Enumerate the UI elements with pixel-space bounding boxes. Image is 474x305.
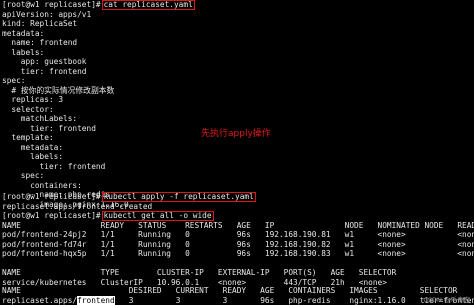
terminal-line: [root@w1 replicaset]# cat replicaset.yaml: [2, 0, 195, 10]
replicasets-table-header: NAME DESIRED CURRENT READY AGE CONTAINER…: [2, 286, 458, 295]
shell-prompt: [root@w1 replicaset]#: [2, 0, 101, 9]
yaml-line: labels:: [2, 47, 45, 57]
shell-prompt: [root@w1 replicaset]#: [2, 192, 101, 201]
yaml-line: apiVersion: apps/v1: [2, 9, 92, 19]
shell-prompt: [root@w1 replicaset]#: [2, 211, 101, 220]
yaml-line: tier: frontend: [2, 161, 106, 171]
yaml-line: metadata:: [2, 28, 45, 38]
yaml-line: app: guestbook: [2, 57, 87, 66]
command-kubectl-apply: kubectl apply -f replicaset.yaml: [101, 192, 256, 202]
terminal-line: [root@w1 replicaset]# kubectl get all -o …: [2, 211, 214, 221]
yaml-line: tier: frontend: [2, 66, 87, 76]
yaml-comment-line: # 按你的实际情况修改副本数: [2, 85, 115, 95]
annotation-note: 先执行apply操作: [201, 129, 271, 139]
table-row: pod/frontend-24pj2 1/1 Running 0 96s 192…: [2, 230, 474, 239]
yaml-line: labels:: [2, 152, 64, 161]
yaml-line: name: frontend: [2, 38, 78, 47]
yaml-line: tier: frontend: [2, 123, 96, 133]
yaml-line: spec:: [2, 171, 45, 180]
pods-table-header: NAME READY STATUS RESTARTS AGE IP NODE N…: [2, 220, 474, 230]
yaml-line: spec:: [2, 76, 26, 85]
command-cat-replicaset: cat replicaset.yaml: [101, 0, 195, 10]
resource-prefix: replicaset.apps/: [2, 295, 78, 305]
table-row: pod/frontend-fd74r 1/1 Running 0 96s 192…: [2, 239, 474, 249]
yaml-line: kind: ReplicaSet: [2, 19, 78, 28]
table-row: pod/frontend-hqx5p 1/1 Running 0 96s 192…: [2, 249, 474, 258]
yaml-line: replicas: 3: [2, 95, 64, 104]
yaml-line: template:: [2, 133, 54, 142]
services-table-header: NAME TYPE CLUSTER-IP EXTERNAL-IP PORT(S)…: [2, 268, 397, 277]
command-kubectl-get-all: kubectl get all -o wide: [101, 211, 214, 221]
yaml-line: metadata:: [2, 142, 64, 152]
yaml-line: selector:: [2, 104, 54, 114]
yaml-line: matchLabels:: [2, 114, 78, 123]
terminal-window[interactable]: [root@w1 replicaset]# cat replicaset.yaml…: [0, 0, 474, 305]
csdn-watermark: CSDN @毛奇志: [423, 296, 470, 304]
yaml-line: containers:: [2, 180, 82, 190]
output-line: replicaset.apps/frontend created: [2, 201, 153, 211]
row-rest: 3 3 3 96s php-redis nginx:1.16.0 tier=fr…: [114, 295, 474, 305]
table-row: replicaset.apps/frontend 3 3 3 96s php-r…: [2, 295, 474, 305]
terminal-line: [root@w1 replicaset]# kubectl apply -f re…: [2, 192, 256, 202]
selected-text: frontend: [77, 295, 115, 305]
